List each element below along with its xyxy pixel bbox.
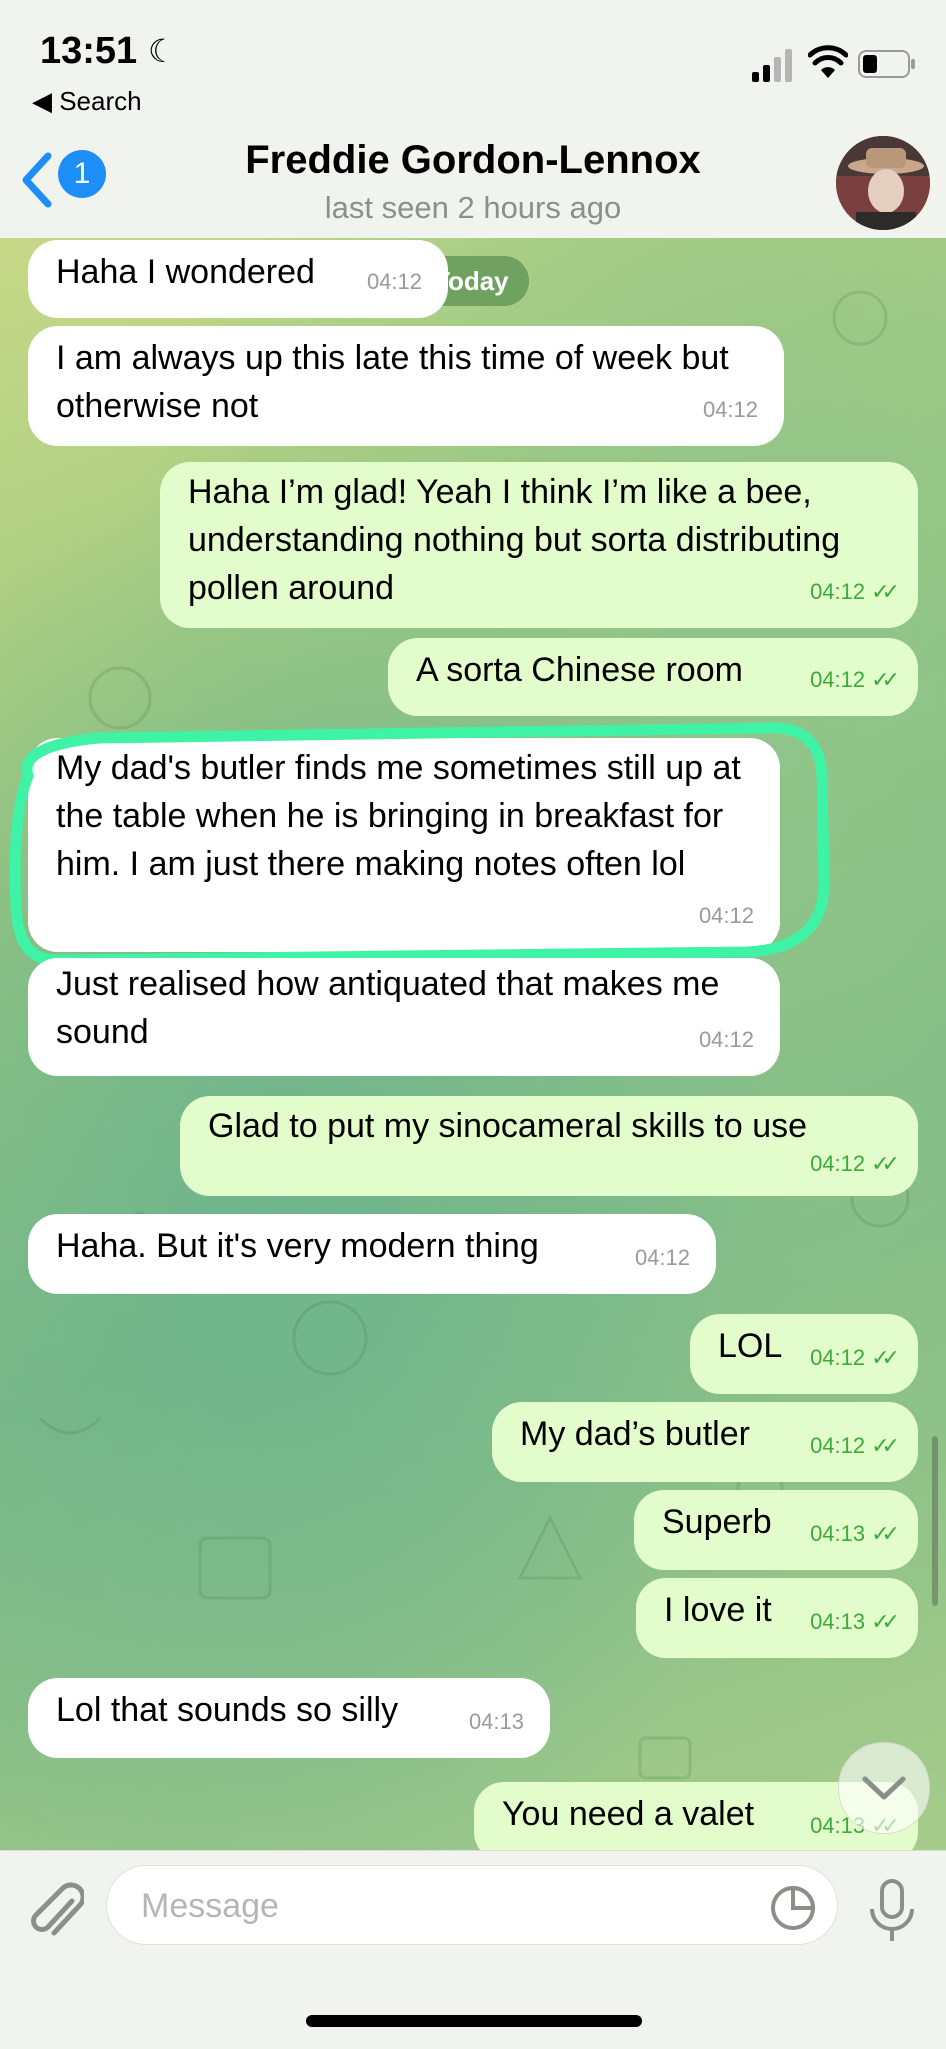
message-bubble-outgoing[interactable]: Glad to put my sinocameral skills to use…: [180, 1096, 918, 1196]
message-time: 04:12: [366, 269, 422, 294]
signal-icon: [752, 49, 792, 82]
message-bubble-incoming[interactable]: I am always up this late this time of we…: [28, 326, 784, 446]
avatar[interactable]: [836, 136, 930, 230]
highlight-annotation: [9, 722, 830, 966]
message-time: 04:12 ✓✓: [810, 1151, 900, 1176]
message-list[interactable]: Today Haha I wondered 04:12 I am always …: [0, 238, 946, 1850]
message-bubble-outgoing[interactable]: LOL 04:12 ✓✓: [690, 1314, 918, 1394]
scroll-indicator[interactable]: [932, 1436, 938, 1606]
read-checkmarks-icon: ✓✓: [871, 1521, 900, 1546]
message-text: A sorta Chinese room: [416, 651, 743, 689]
paperclip-icon[interactable]: [28, 1879, 84, 1943]
message-text: Haha I’m glad! Yeah I think I’m like a b…: [188, 473, 841, 607]
home-indicator: [306, 2015, 642, 2027]
message-time: 04:12: [634, 1245, 690, 1270]
scroll-to-bottom-button[interactable]: [838, 1742, 930, 1834]
last-seen-status: last seen 2 hours ago: [324, 190, 622, 225]
message-bubble-outgoing[interactable]: Superb 04:13 ✓✓: [634, 1490, 918, 1570]
sticker-icon[interactable]: [769, 1884, 817, 1932]
message-input[interactable]: [139, 1866, 743, 1946]
microphone-icon[interactable]: [862, 1877, 922, 1947]
message-text: LOL: [718, 1327, 783, 1365]
wifi-icon: [808, 45, 848, 78]
message-text: Superb: [662, 1503, 772, 1541]
message-text: You need a valet: [502, 1795, 755, 1833]
read-checkmarks-icon: ✓✓: [871, 1345, 900, 1370]
chat-header: 1 Freddie Gordon-Lennox last seen 2 hour…: [0, 120, 946, 239]
message-bubble-incoming[interactable]: Haha. But it's very modern thing 04:12: [28, 1214, 716, 1294]
message-composer: [0, 1850, 946, 2049]
status-time: 13:51: [40, 30, 138, 72]
message-time: 04:12: [702, 397, 758, 422]
message-time: 04:12 ✓✓: [810, 1345, 900, 1370]
message-text: Haha. But it's very modern thing: [56, 1227, 539, 1265]
message-time: 04:13: [468, 1709, 524, 1734]
read-checkmarks-icon: ✓✓: [871, 579, 900, 604]
contact-name[interactable]: Freddie Gordon-Lennox: [0, 138, 946, 183]
read-checkmarks-icon: ✓✓: [871, 1151, 900, 1176]
back-to-app-link[interactable]: ◀ Search: [32, 86, 142, 117]
message-bubble-incoming[interactable]: Lol that sounds so silly 04:13: [28, 1678, 550, 1758]
message-bubble-incoming[interactable]: Just realised how antiquated that makes …: [28, 958, 780, 1076]
message-text: I love it: [664, 1591, 772, 1629]
message-time: 04:12 ✓✓: [810, 1433, 900, 1458]
chevron-down-icon: [862, 1776, 906, 1800]
message-bubble-outgoing[interactable]: Haha I’m glad! Yeah I think I’m like a b…: [160, 462, 918, 628]
message-text: I am always up this late this time of we…: [56, 339, 729, 425]
moon-icon: ☾: [148, 33, 177, 69]
message-time: 04:12: [698, 1027, 754, 1052]
status-bar: 13:51 ☾ ◀ Search: [0, 0, 946, 120]
message-text: Lol that sounds so silly: [56, 1691, 399, 1729]
message-text: Haha I wondered: [56, 253, 315, 291]
message-time: 04:13 ✓✓: [810, 1521, 900, 1546]
message-text: My dad’s butler: [520, 1415, 750, 1453]
message-field[interactable]: [106, 1865, 838, 1946]
read-checkmarks-icon: ✓✓: [871, 1609, 900, 1634]
message-bubble-outgoing[interactable]: I love it 04:13 ✓✓: [636, 1578, 918, 1658]
message-text: Just realised how antiquated that makes …: [56, 965, 720, 1051]
message-time: 04:12 ✓✓: [810, 667, 900, 692]
message-bubble-incoming[interactable]: Haha I wondered 04:12: [28, 240, 448, 318]
battery-icon: [858, 50, 915, 78]
message-text: Glad to put my sinocameral skills to use: [208, 1107, 808, 1145]
message-bubble-outgoing[interactable]: My dad’s butler 04:12 ✓✓: [492, 1402, 918, 1482]
message-bubble-outgoing[interactable]: A sorta Chinese room 04:12 ✓✓: [388, 638, 918, 716]
read-checkmarks-icon: ✓✓: [871, 667, 900, 692]
read-checkmarks-icon: ✓✓: [871, 1433, 900, 1458]
message-time: 04:12 ✓✓: [810, 579, 900, 604]
message-time: 04:13 ✓✓: [810, 1609, 900, 1634]
